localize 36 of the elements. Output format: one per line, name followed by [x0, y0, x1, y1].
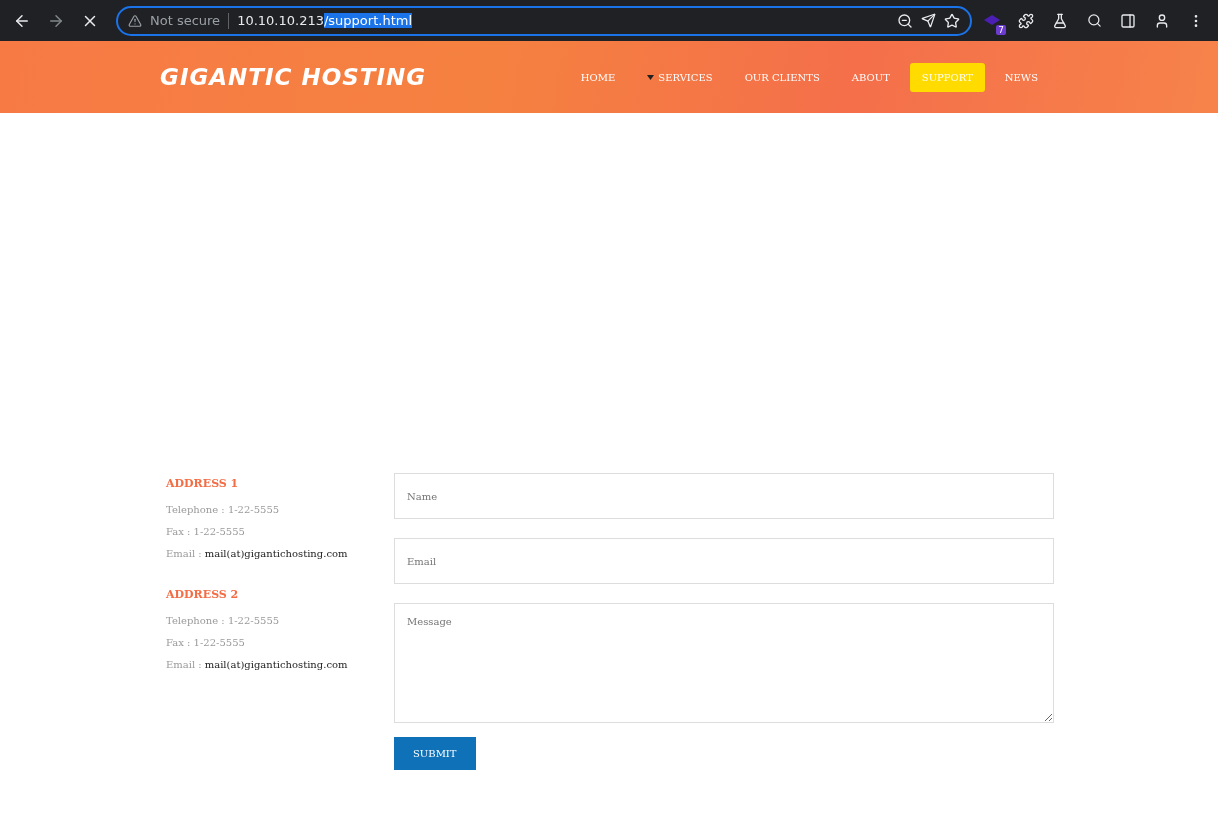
input-field[interactable]: Name: [394, 473, 1054, 519]
security-label: Not secure: [150, 13, 221, 28]
nav-link[interactable]: HOME: [568, 62, 628, 92]
send-icon[interactable]: [921, 13, 936, 28]
telephone-text: Telephone : 1-22-5555: [166, 504, 280, 515]
address-title: ADDRESS 2: [166, 588, 240, 601]
side-panel-icon[interactable]: [1120, 12, 1136, 29]
message-field[interactable]: Message: [394, 603, 1054, 723]
puzzle-icon[interactable]: [1018, 12, 1034, 29]
diamond-icon: [983, 13, 1001, 28]
fax-text: Fax : 1-22-5555: [166, 637, 245, 648]
address-bar[interactable]: Not secure 10.10.10.213/support.html: [116, 5, 972, 36]
address-title: ADDRESS 1: [166, 477, 240, 490]
fax-text: Fax : 1-22-5555: [166, 526, 245, 537]
email-label: Email :: [166, 659, 202, 670]
flask-icon[interactable]: [1052, 12, 1068, 29]
input-field[interactable]: Email: [394, 538, 1054, 584]
zoom-icon[interactable]: [897, 12, 913, 29]
bookmark-star-icon[interactable]: [944, 12, 960, 29]
email-link[interactable]: mail(at)gigantichosting.com: [204, 548, 348, 559]
warning-icon: [128, 13, 142, 28]
nav-link[interactable]: OUR CLIENTS: [732, 62, 832, 92]
url-host: 10.10.10.213: [237, 13, 324, 28]
profile-icon[interactable]: [1154, 12, 1170, 29]
url-path: /support.html: [323, 13, 412, 28]
extension-badge: 7: [996, 24, 1006, 35]
site-logo: GIGANTIC HOSTING: [160, 64, 427, 90]
nav-link[interactable]: ABOUT: [839, 62, 902, 92]
submit-button[interactable]: SUBMIT: [394, 737, 476, 770]
extension-button[interactable]: 7: [978, 6, 1006, 35]
telephone-text: Telephone : 1-22-5555: [166, 615, 280, 626]
nav-link[interactable]: SERVICES: [635, 62, 725, 92]
email-link[interactable]: mail(at)gigantichosting.com: [204, 659, 348, 670]
search-icon[interactable]: [1086, 13, 1102, 28]
email-label: Email :: [166, 548, 202, 559]
nav-link[interactable]: NEWS: [992, 62, 1050, 92]
